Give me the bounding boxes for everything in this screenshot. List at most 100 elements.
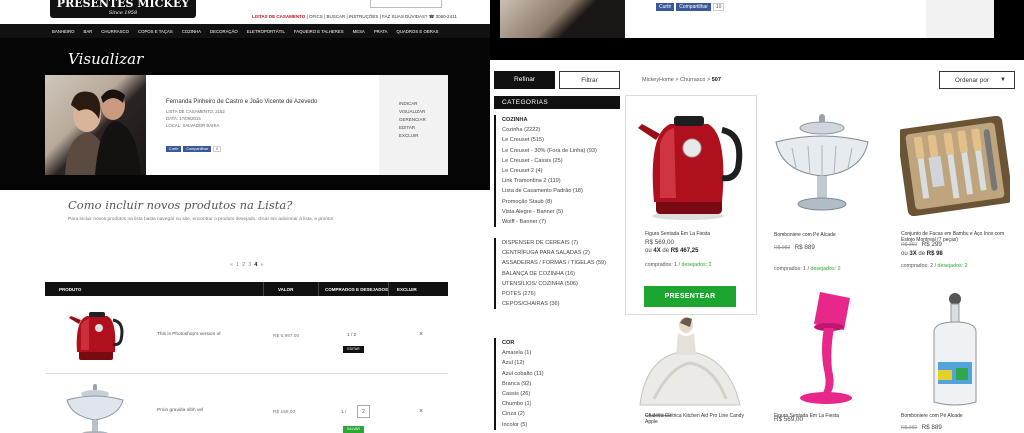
top-links-rest[interactable]: | OFICS | BUSCAR | INSTRUÇÕES | FAZ SUAS… [307, 14, 457, 19]
nav-item[interactable]: FAQUEIRO E TALHERES [294, 29, 344, 34]
pagination: « 1 2 3 4 » [230, 262, 263, 268]
remove-icon[interactable]: × [419, 331, 423, 338]
color-item[interactable]: Incolor (5) [502, 420, 620, 430]
pagination-page[interactable]: 2 [242, 262, 245, 268]
nav-item[interactable]: COZINHA [182, 29, 201, 34]
category-item[interactable]: Le Creuset - 30% (Fora de Linha) (93) [502, 146, 620, 156]
product-name[interactable]: Chaleira Elétrica Kitchen Aid Pro Line C… [645, 413, 745, 425]
category-item[interactable]: Promoção Staub (8) [502, 197, 620, 207]
action-excluir[interactable]: EXCLUIR [399, 132, 448, 140]
inst-prefix: ou [901, 251, 908, 257]
wanted-count: desejados: 2 [681, 262, 712, 268]
pagination-page[interactable]: 3 [248, 262, 251, 268]
share-count: 10 [712, 3, 725, 11]
nav-item[interactable]: ELETROPORTÁTIL [247, 29, 285, 34]
category-item[interactable]: DISPENSER DE CEREAIS (7) [502, 238, 620, 248]
refine-button[interactable]: Refinar [494, 71, 555, 89]
page-title: Visualizar [68, 50, 144, 68]
color-item[interactable]: Chumbo (1) [502, 399, 620, 409]
product-name[interactable]: Bomboniere com Pé Alcade [774, 232, 836, 238]
search-input[interactable] [370, 0, 442, 8]
filter-button[interactable]: Filtrar [559, 71, 620, 89]
nav-item[interactable]: QUADROS E OBRAS [397, 29, 439, 34]
list-info: Fernanda Pinheiro de Castro e João Vicen… [166, 99, 366, 128]
howto-text: Para incluir novos produtos na lista bas… [68, 217, 334, 222]
save-button[interactable]: SALVAR [343, 426, 364, 433]
color-item[interactable]: Azul cobalto (11) [502, 369, 620, 379]
couple-photo [45, 75, 146, 175]
color-item[interactable]: Cinza (2) [502, 409, 620, 419]
facebook-share-button[interactable]: Compartilhar [676, 3, 711, 11]
row-qty: 1 / 2 [347, 333, 357, 338]
action-gerenciar[interactable]: GERENCIAR [399, 116, 448, 124]
row-product-name: Proin gravida nibh vel [157, 408, 204, 413]
bought-count: comprados: 1 [645, 262, 678, 268]
category-item[interactable]: POTES (276) [502, 289, 620, 299]
product-counts: comprados: 1 / desejados: 2 [774, 266, 841, 272]
product-name[interactable]: Bomboniere com Pé Alcade [901, 413, 963, 419]
category-heading: COZINHA [502, 117, 528, 123]
category-item[interactable]: Link Tramontina 2 (119) [502, 176, 620, 186]
breadcrumb-path[interactable]: MickeyHome > Churrasco > [642, 77, 710, 83]
kettle-image [638, 116, 743, 220]
pagination-next[interactable]: » [260, 262, 263, 268]
edit-button[interactable]: EDITAR [343, 346, 364, 353]
category-item[interactable]: CENTRÍFUGA PARA SALADAS (2) [502, 248, 620, 258]
table-row: Proin gravida nibh vel R$ 159,00 1 / 2 S… [45, 374, 448, 433]
inst-value: R$ 467,25 [670, 248, 699, 254]
category-item[interactable]: Le Creuset (515) [502, 135, 620, 145]
category-item[interactable]: UTENSÍLIOS/ COZINHA (506) [502, 279, 620, 289]
row-value: R$ 6,997.00 [273, 334, 300, 339]
nav-item[interactable]: BAR [83, 29, 92, 34]
color-item[interactable]: Azul (12) [502, 358, 620, 368]
category-item[interactable]: Cozinha (2222) [502, 125, 620, 135]
nav-item[interactable]: COPOS E TAÇAS [138, 29, 173, 34]
category-item[interactable]: Wolff - Banner (7) [502, 217, 620, 227]
pagination-prev[interactable]: « [230, 262, 233, 268]
remove-icon[interactable]: × [419, 408, 423, 415]
pagination-current: 4 [254, 262, 258, 268]
sort-label: Ordenar por [955, 77, 989, 84]
color-item[interactable]: Branca (92) [502, 379, 620, 389]
nav-item[interactable]: DECORAÇÃO [210, 29, 238, 34]
inst-mid: de [918, 251, 926, 257]
product-counts: comprados: 1 / desejados: 2 [645, 262, 712, 268]
col-valor: VALOR [278, 287, 294, 292]
action-indicar[interactable]: INDICAR [399, 100, 448, 108]
gift-button[interactable]: PRESENTEAR [644, 286, 736, 307]
color-heading: COR [502, 340, 515, 346]
list-code: LISTA DE CASAMENTO: 2152 [166, 109, 225, 114]
breadcrumb: MickeyHome > Churrasco > 507 [642, 77, 721, 83]
sort-dropdown[interactable]: Ordenar por ▼ [939, 71, 1015, 89]
nav-item[interactable]: CHURRASCO [101, 29, 129, 34]
nav-item[interactable]: PRATA [374, 29, 388, 34]
category-item[interactable]: Lista de Casamento Padrão (18) [502, 186, 620, 196]
facebook-share-button[interactable]: Compartilhar [183, 146, 212, 152]
wedding-list-link[interactable]: LISTAS DE CASAMENTO [252, 14, 305, 19]
site-logo[interactable]: PRESENTES MICKEY Since 1958 [50, 0, 196, 18]
facebook-like-button[interactable]: Curtir [656, 3, 675, 11]
category-item[interactable]: Le Creuset 2 (4) [502, 166, 620, 176]
product-info: Figura Sentada Em La Fiesta R$ 569,00 ou… [645, 231, 761, 268]
category-item[interactable]: Vista Alegre - Banner (5) [502, 207, 620, 217]
pink-lamp-image [800, 292, 852, 404]
nav-item[interactable]: MESA [353, 29, 365, 34]
category-item[interactable]: CEPOS/CHAIRAS (36) [502, 299, 620, 309]
qty-input[interactable]: 2 [357, 405, 370, 418]
category-item[interactable]: ASSADEIRAS / FORMAS / TIGELAS (59) [502, 258, 620, 268]
product-installments: ou 4X de R$ 467,25 [645, 248, 761, 254]
category-item[interactable]: Le Creuset - Cassis (25) [502, 156, 620, 166]
color-item[interactable]: Cassis (26) [502, 389, 620, 399]
product-name[interactable]: Conjunto de Facas em Bambu e Aço Inox co… [901, 231, 1013, 243]
action-editar[interactable]: EDITAR [399, 124, 448, 132]
product-name[interactable]: Figura Sentada Em La Fiesta [774, 413, 839, 419]
pagination-page[interactable]: 1 [236, 262, 239, 268]
nav-item[interactable]: BANHEIRO [52, 29, 74, 34]
inst-count: 3X [909, 251, 917, 257]
category-item[interactable]: BALANÇA DE COZINHA (16) [502, 269, 620, 279]
action-visualizar[interactable]: VISUALIZAR [399, 108, 448, 116]
facebook-like-button[interactable]: Curtir [166, 146, 182, 152]
color-item[interactable]: Amarela (1) [502, 348, 620, 358]
product-name[interactable]: Figura Sentada Em La Fiesta [645, 231, 710, 237]
inst-mid: de [662, 248, 670, 254]
